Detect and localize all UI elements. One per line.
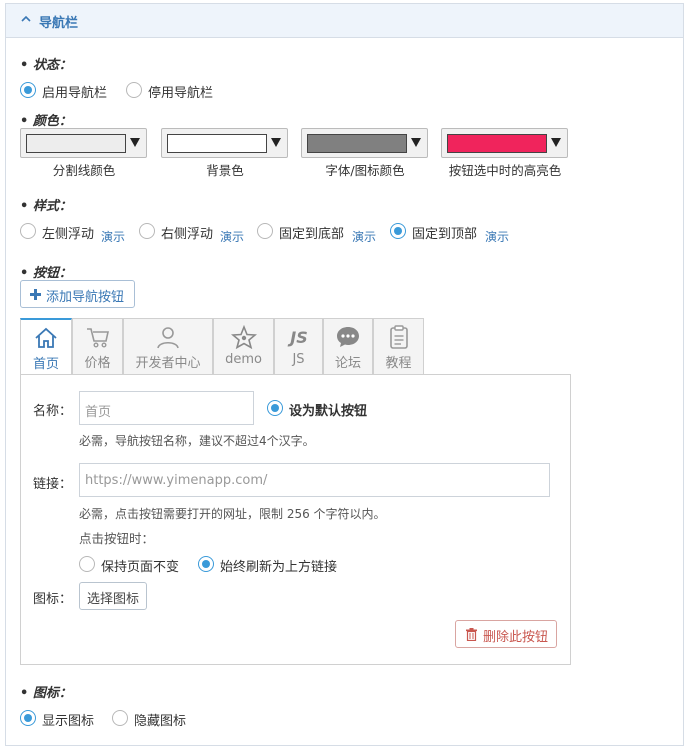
panel-header[interactable]: 导航栏	[6, 4, 683, 38]
panel-title: 导航栏	[39, 16, 79, 31]
tab-developer-center-label: 开发者中心	[135, 356, 201, 371]
dropdown-arrow-icon	[411, 138, 421, 147]
delete-button-button[interactable]: 删除此按钮	[455, 620, 557, 648]
radio-style-right-float[interactable]	[139, 223, 155, 239]
icons-label-text: 图标：	[32, 686, 72, 701]
radio-style-right-float-label: 右侧浮动	[161, 227, 214, 242]
tab-home[interactable]: 首页	[20, 318, 72, 375]
color-caption-background: 背景色	[206, 163, 244, 178]
trash-icon	[466, 628, 477, 641]
color-caption-highlight: 按钮选中时的高亮色	[448, 163, 562, 178]
colors-label-text: 颜色：	[32, 114, 72, 129]
radio-keep-page[interactable]	[79, 556, 95, 572]
color-swatch-highlight	[447, 134, 547, 153]
choose-icon-button-label: 选择图标	[87, 592, 140, 607]
star-icon	[230, 325, 257, 349]
name-field-hint: 必需，导航按钮名称，建议不超过4个汉字。	[79, 434, 315, 448]
user-icon	[157, 327, 179, 349]
colors-section-label: • 颜色：	[20, 114, 72, 129]
demo-link-left-float[interactable]: 演示	[101, 228, 125, 245]
link-field-label: 链接：	[33, 477, 73, 492]
buttons-label-text: 按钮：	[32, 266, 72, 281]
tab-js-label: JS	[292, 352, 305, 367]
radio-style-fixed-bottom-label: 固定到底部	[279, 227, 345, 242]
demo-link-right-float[interactable]: 演示	[220, 228, 244, 245]
radio-style-fixed-top-label: 固定到顶部	[412, 227, 478, 242]
radio-style-fixed-top[interactable]	[390, 223, 406, 239]
svg-text:JS: JS	[287, 328, 307, 347]
tab-demo[interactable]: demo	[213, 318, 274, 374]
status-label-text: 状态：	[32, 58, 72, 73]
radio-show-icons-label: 显示图标	[42, 714, 95, 729]
demo-link-fixed-top[interactable]: 演示	[485, 228, 509, 245]
js-icon: JS	[287, 328, 307, 347]
radio-hide-icons-label: 隐藏图标	[134, 714, 187, 729]
tab-developer-center[interactable]: 开发者中心	[123, 318, 213, 374]
link-field-hint: 必需，点击按钮需要打开的网址，限制 256 个字符以内。	[79, 507, 386, 521]
radio-disable-navbar[interactable]	[126, 82, 142, 98]
tab-js[interactable]: JS JS	[274, 318, 323, 374]
tab-tutorial-label: 教程	[385, 356, 412, 371]
dropdown-arrow-icon	[271, 138, 281, 147]
tab-price-label: 价格	[84, 356, 111, 371]
choose-icon-button[interactable]: 选择图标	[79, 582, 147, 610]
plus-icon	[30, 289, 41, 300]
name-field-label: 名称：	[33, 404, 73, 419]
radio-disable-navbar-label: 停用导航栏	[148, 86, 214, 101]
radio-keep-page-label: 保持页面不变	[101, 560, 180, 575]
icon-field-label: 图标：	[33, 592, 73, 607]
link-input[interactable]: https://www.yimenapp.com/	[79, 463, 550, 497]
buttons-section-label: • 按钮：	[20, 266, 72, 281]
radio-refresh-link[interactable]	[198, 556, 214, 572]
dropdown-arrow-icon	[130, 138, 140, 147]
color-picker-divider[interactable]	[20, 128, 147, 158]
demo-link-fixed-bottom[interactable]: 演示	[352, 228, 376, 245]
tab-demo-label: demo	[225, 352, 262, 367]
color-swatch-background	[167, 134, 267, 153]
delete-button-label: 删除此按钮	[483, 630, 549, 645]
home-icon	[35, 327, 57, 348]
name-input[interactable]: 首页	[79, 391, 254, 425]
color-picker-background[interactable]	[161, 128, 288, 158]
radio-refresh-link-label: 始终刷新为上方链接	[220, 560, 338, 575]
radio-style-fixed-bottom[interactable]	[257, 223, 273, 239]
add-nav-button[interactable]: 添加导航按钮	[20, 280, 135, 308]
radio-enable-navbar-label: 启用导航栏	[42, 86, 108, 101]
on-click-label: 点击按钮时：	[79, 531, 155, 546]
tab-forum[interactable]: 论坛	[323, 318, 373, 374]
icons-section-label: • 图标：	[20, 686, 72, 701]
tab-forum-label: 论坛	[334, 356, 361, 371]
radio-style-left-float[interactable]	[20, 223, 36, 239]
tab-price[interactable]: 价格	[72, 318, 123, 374]
clipboard-icon	[389, 325, 408, 349]
cart-icon	[86, 328, 109, 348]
color-caption-font-icon: 字体/图标颜色	[325, 163, 405, 178]
radio-show-icons[interactable]	[20, 710, 36, 726]
style-section-label: • 样式：	[20, 199, 72, 214]
radio-hide-icons[interactable]	[112, 710, 128, 726]
radio-enable-navbar[interactable]	[20, 82, 36, 98]
radio-style-left-float-label: 左侧浮动	[42, 227, 95, 242]
style-label-text: 样式：	[32, 199, 72, 214]
tab-content-home: 名称： 首页 设为默认按钮 必需，导航按钮名称，建议不超过4个汉字。 链接： h…	[20, 374, 571, 665]
color-picker-font-icon[interactable]	[301, 128, 428, 158]
tab-home-label: 首页	[32, 357, 59, 372]
color-picker-highlight[interactable]	[441, 128, 568, 158]
set-default-button-label: 设为默认按钮	[289, 404, 368, 419]
status-section-label: • 状态：	[20, 58, 72, 73]
color-caption-divider: 分割线颜色	[52, 163, 116, 178]
tab-tutorial[interactable]: 教程	[373, 318, 424, 374]
add-nav-button-label: 添加导航按钮	[46, 290, 125, 305]
dropdown-arrow-icon	[551, 138, 561, 147]
color-swatch-font-icon	[307, 134, 407, 153]
chat-icon	[337, 327, 359, 347]
radio-set-default-button[interactable]	[267, 400, 283, 416]
color-swatch-divider	[26, 134, 126, 153]
navbar-settings-panel: 导航栏 • 状态： 启用导航栏 停用导航栏 • 颜色： 分割线颜色 背景色 字体…	[5, 3, 684, 746]
chevron-up-icon	[21, 15, 31, 22]
